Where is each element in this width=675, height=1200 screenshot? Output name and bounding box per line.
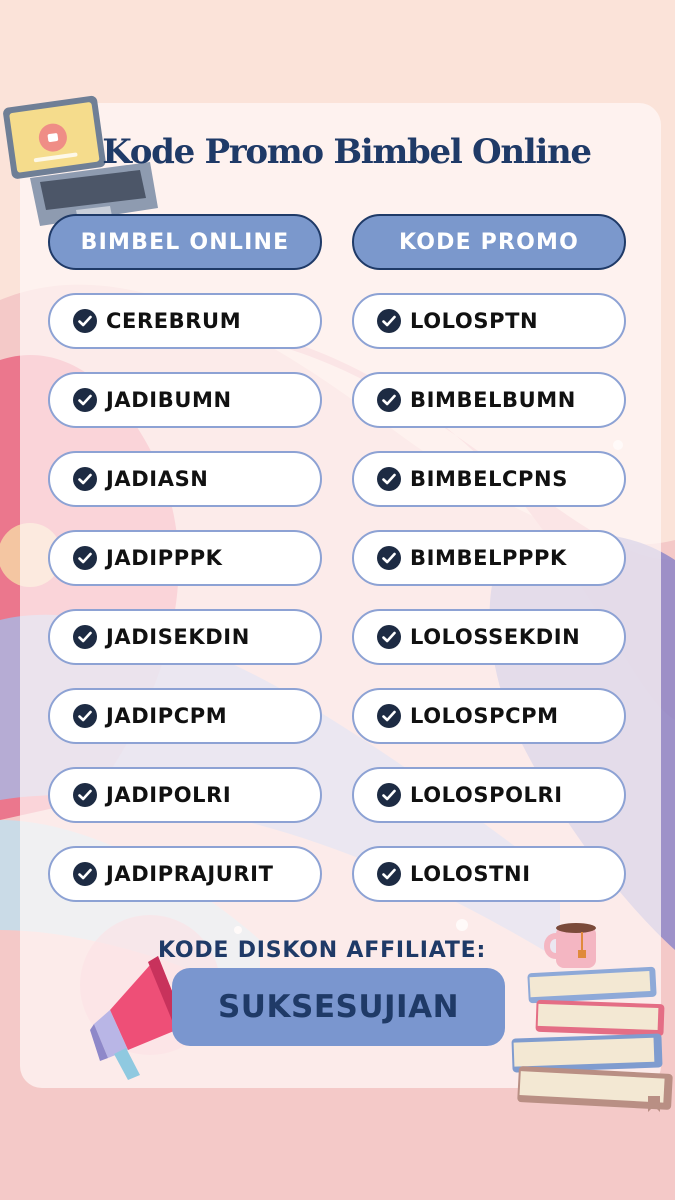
check-circle-icon	[73, 625, 97, 649]
check-circle-icon	[377, 309, 401, 333]
bimbel-item[interactable]: JADIPRAJURIT	[48, 846, 322, 902]
promo-code: LOLOSSEKDIN	[410, 625, 581, 649]
promo-code-item[interactable]: LOLOSPTN	[352, 293, 626, 349]
check-circle-icon	[377, 467, 401, 491]
bimbel-name: JADIPCPM	[106, 704, 228, 728]
promo-code: BIMBELCPNS	[410, 467, 568, 491]
bimbel-item[interactable]: JADIPPPK	[48, 530, 322, 586]
bimbel-name: JADIPOLRI	[106, 783, 232, 807]
header-kode-promo: KODE PROMO	[352, 214, 626, 270]
header-bimbel-online-label: BIMBEL ONLINE	[80, 229, 290, 255]
check-circle-icon	[377, 625, 401, 649]
bimbel-name: JADIASN	[106, 467, 209, 491]
affiliate-code: SUKSESUJIAN	[217, 989, 460, 1025]
header-kode-promo-label: KODE PROMO	[398, 229, 580, 255]
promo-code-item[interactable]: LOLOSSEKDIN	[352, 609, 626, 665]
header-bimbel-online: BIMBEL ONLINE	[48, 214, 322, 270]
check-circle-icon	[73, 467, 97, 491]
bimbel-item[interactable]: JADIASN	[48, 451, 322, 507]
check-circle-icon	[73, 704, 97, 728]
check-circle-icon	[377, 704, 401, 728]
page-title: Kode Promo Bimbel Online	[102, 132, 592, 172]
affiliate-code-badge[interactable]: SUKSESUJIAN	[172, 968, 505, 1046]
promo-code: LOLOSTNI	[410, 862, 531, 886]
bimbel-item[interactable]: CEREBRUM	[48, 293, 322, 349]
promo-code: BIMBELBUMN	[410, 388, 576, 412]
check-circle-icon	[73, 546, 97, 570]
promo-code-item[interactable]: BIMBELPPPK	[352, 530, 626, 586]
promo-code-item[interactable]: BIMBELBUMN	[352, 372, 626, 428]
bimbel-name: JADISEKDIN	[106, 625, 250, 649]
bimbel-item[interactable]: JADIPCPM	[48, 688, 322, 744]
promo-code: LOLOSPOLRI	[410, 783, 563, 807]
promo-code-item[interactable]: LOLOSTNI	[352, 846, 626, 902]
check-circle-icon	[377, 783, 401, 807]
bimbel-item[interactable]: JADISEKDIN	[48, 609, 322, 665]
check-circle-icon	[377, 388, 401, 412]
check-circle-icon	[73, 309, 97, 333]
affiliate-label: KODE DISKON AFFILIATE:	[158, 938, 487, 963]
check-circle-icon	[73, 388, 97, 412]
mug-icon	[544, 923, 596, 968]
promo-code-item[interactable]: LOLOSPCPM	[352, 688, 626, 744]
promo-code-item[interactable]: LOLOSPOLRI	[352, 767, 626, 823]
check-circle-icon	[377, 862, 401, 886]
books-icon	[511, 923, 673, 1112]
bimbel-item[interactable]: JADIBUMN	[48, 372, 322, 428]
bimbel-name: JADIPRAJURIT	[106, 862, 274, 886]
bimbel-name: CEREBRUM	[106, 309, 242, 333]
bimbel-name: JADIPPPK	[106, 546, 223, 570]
check-circle-icon	[73, 862, 97, 886]
check-circle-icon	[377, 546, 401, 570]
promo-code-item[interactable]: BIMBELCPNS	[352, 451, 626, 507]
promo-code: BIMBELPPPK	[410, 546, 567, 570]
check-circle-icon	[73, 783, 97, 807]
bimbel-item[interactable]: JADIPOLRI	[48, 767, 322, 823]
promo-code: LOLOSPTN	[410, 309, 539, 333]
bimbel-name: JADIBUMN	[106, 388, 232, 412]
promo-code: LOLOSPCPM	[410, 704, 559, 728]
